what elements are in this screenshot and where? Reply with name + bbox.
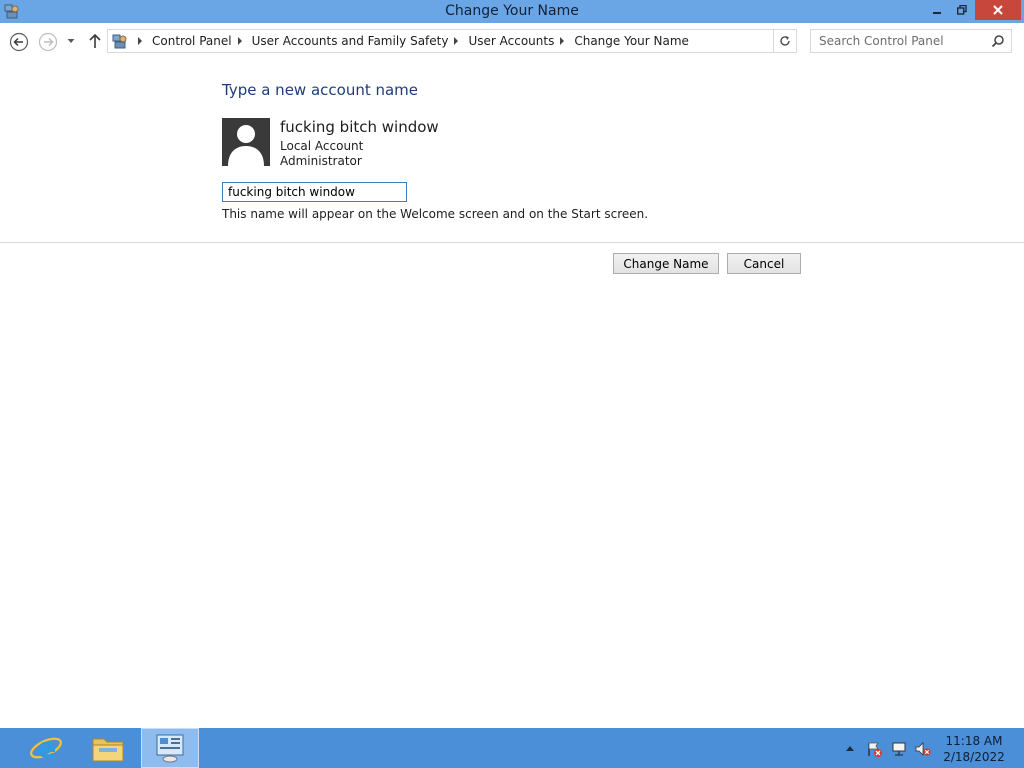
breadcrumb-separator-icon[interactable] — [560, 37, 565, 45]
search-input[interactable] — [811, 30, 989, 52]
change-name-button[interactable]: Change Name — [613, 253, 719, 274]
navigation-bar: Control Panel User Accounts and Family S… — [0, 24, 1024, 58]
file-explorer-icon — [92, 738, 124, 762]
forward-button[interactable] — [38, 32, 58, 52]
account-type: Local Account — [280, 139, 364, 153]
account-role: Administrator — [280, 154, 362, 168]
taskbar-clock[interactable]: 11:18 AM 2/18/2022 — [940, 733, 1008, 765]
breadcrumb-separator-icon[interactable] — [454, 37, 459, 45]
up-arrow-icon — [89, 33, 101, 48]
back-arrow-icon — [9, 32, 29, 52]
close-icon — [993, 5, 1003, 15]
breadcrumb-control-panel[interactable]: Control Panel — [152, 34, 232, 48]
divider — [0, 242, 1024, 243]
recent-locations-button[interactable] — [66, 36, 76, 46]
title-bar: Change Your Name — [0, 0, 1024, 23]
address-bar[interactable]: Control Panel User Accounts and Family S… — [107, 29, 873, 53]
clock-time: 11:18 AM — [945, 734, 1003, 748]
up-button[interactable] — [88, 33, 102, 49]
breadcrumb-change-your-name[interactable]: Change Your Name — [574, 34, 689, 48]
page-heading: Type a new account name — [222, 81, 419, 99]
close-button[interactable] — [975, 0, 1021, 20]
taskbar-control-panel[interactable] — [141, 728, 199, 768]
internet-explorer-icon — [30, 737, 62, 759]
clock-date: 2/18/2022 — [943, 750, 1005, 764]
network-icon[interactable] — [891, 741, 907, 757]
account-name: fucking bitch window — [280, 118, 439, 136]
breadcrumb-separator-icon[interactable] — [237, 37, 242, 45]
restore-icon — [957, 5, 967, 15]
taskbar-file-explorer[interactable] — [79, 728, 137, 768]
window-title: Change Your Name — [445, 3, 579, 19]
restore-button[interactable] — [950, 0, 974, 20]
taskbar-internet-explorer[interactable] — [17, 728, 75, 768]
action-center-flag-icon[interactable] — [866, 741, 882, 757]
cancel-button[interactable]: Cancel — [727, 253, 801, 274]
back-button[interactable] — [9, 32, 29, 52]
breadcrumb-user-accounts-family-safety[interactable]: User Accounts and Family Safety — [252, 34, 449, 48]
avatar — [222, 118, 270, 166]
user-silhouette-icon — [228, 125, 264, 166]
search-icon[interactable] — [991, 34, 1005, 48]
search-box[interactable] — [810, 29, 1012, 53]
refresh-button[interactable] — [773, 29, 797, 53]
breadcrumb-user-accounts[interactable]: User Accounts — [468, 34, 554, 48]
breadcrumb: Control Panel User Accounts and Family S… — [132, 30, 689, 52]
chevron-down-icon — [67, 39, 75, 43]
name-hint-text: This name will appear on the Welcome scr… — [222, 207, 649, 221]
control-panel-icon — [112, 34, 127, 49]
minimize-button[interactable] — [925, 0, 949, 20]
control-panel-icon — [156, 734, 184, 763]
volume-muted-icon[interactable] — [915, 741, 931, 757]
refresh-icon — [779, 36, 790, 46]
forward-arrow-icon — [38, 32, 58, 52]
show-hidden-icons-icon[interactable] — [845, 744, 855, 752]
minimize-icon — [933, 12, 941, 14]
breadcrumb-separator-icon[interactable] — [138, 37, 142, 45]
new-account-name-input[interactable] — [222, 182, 407, 202]
